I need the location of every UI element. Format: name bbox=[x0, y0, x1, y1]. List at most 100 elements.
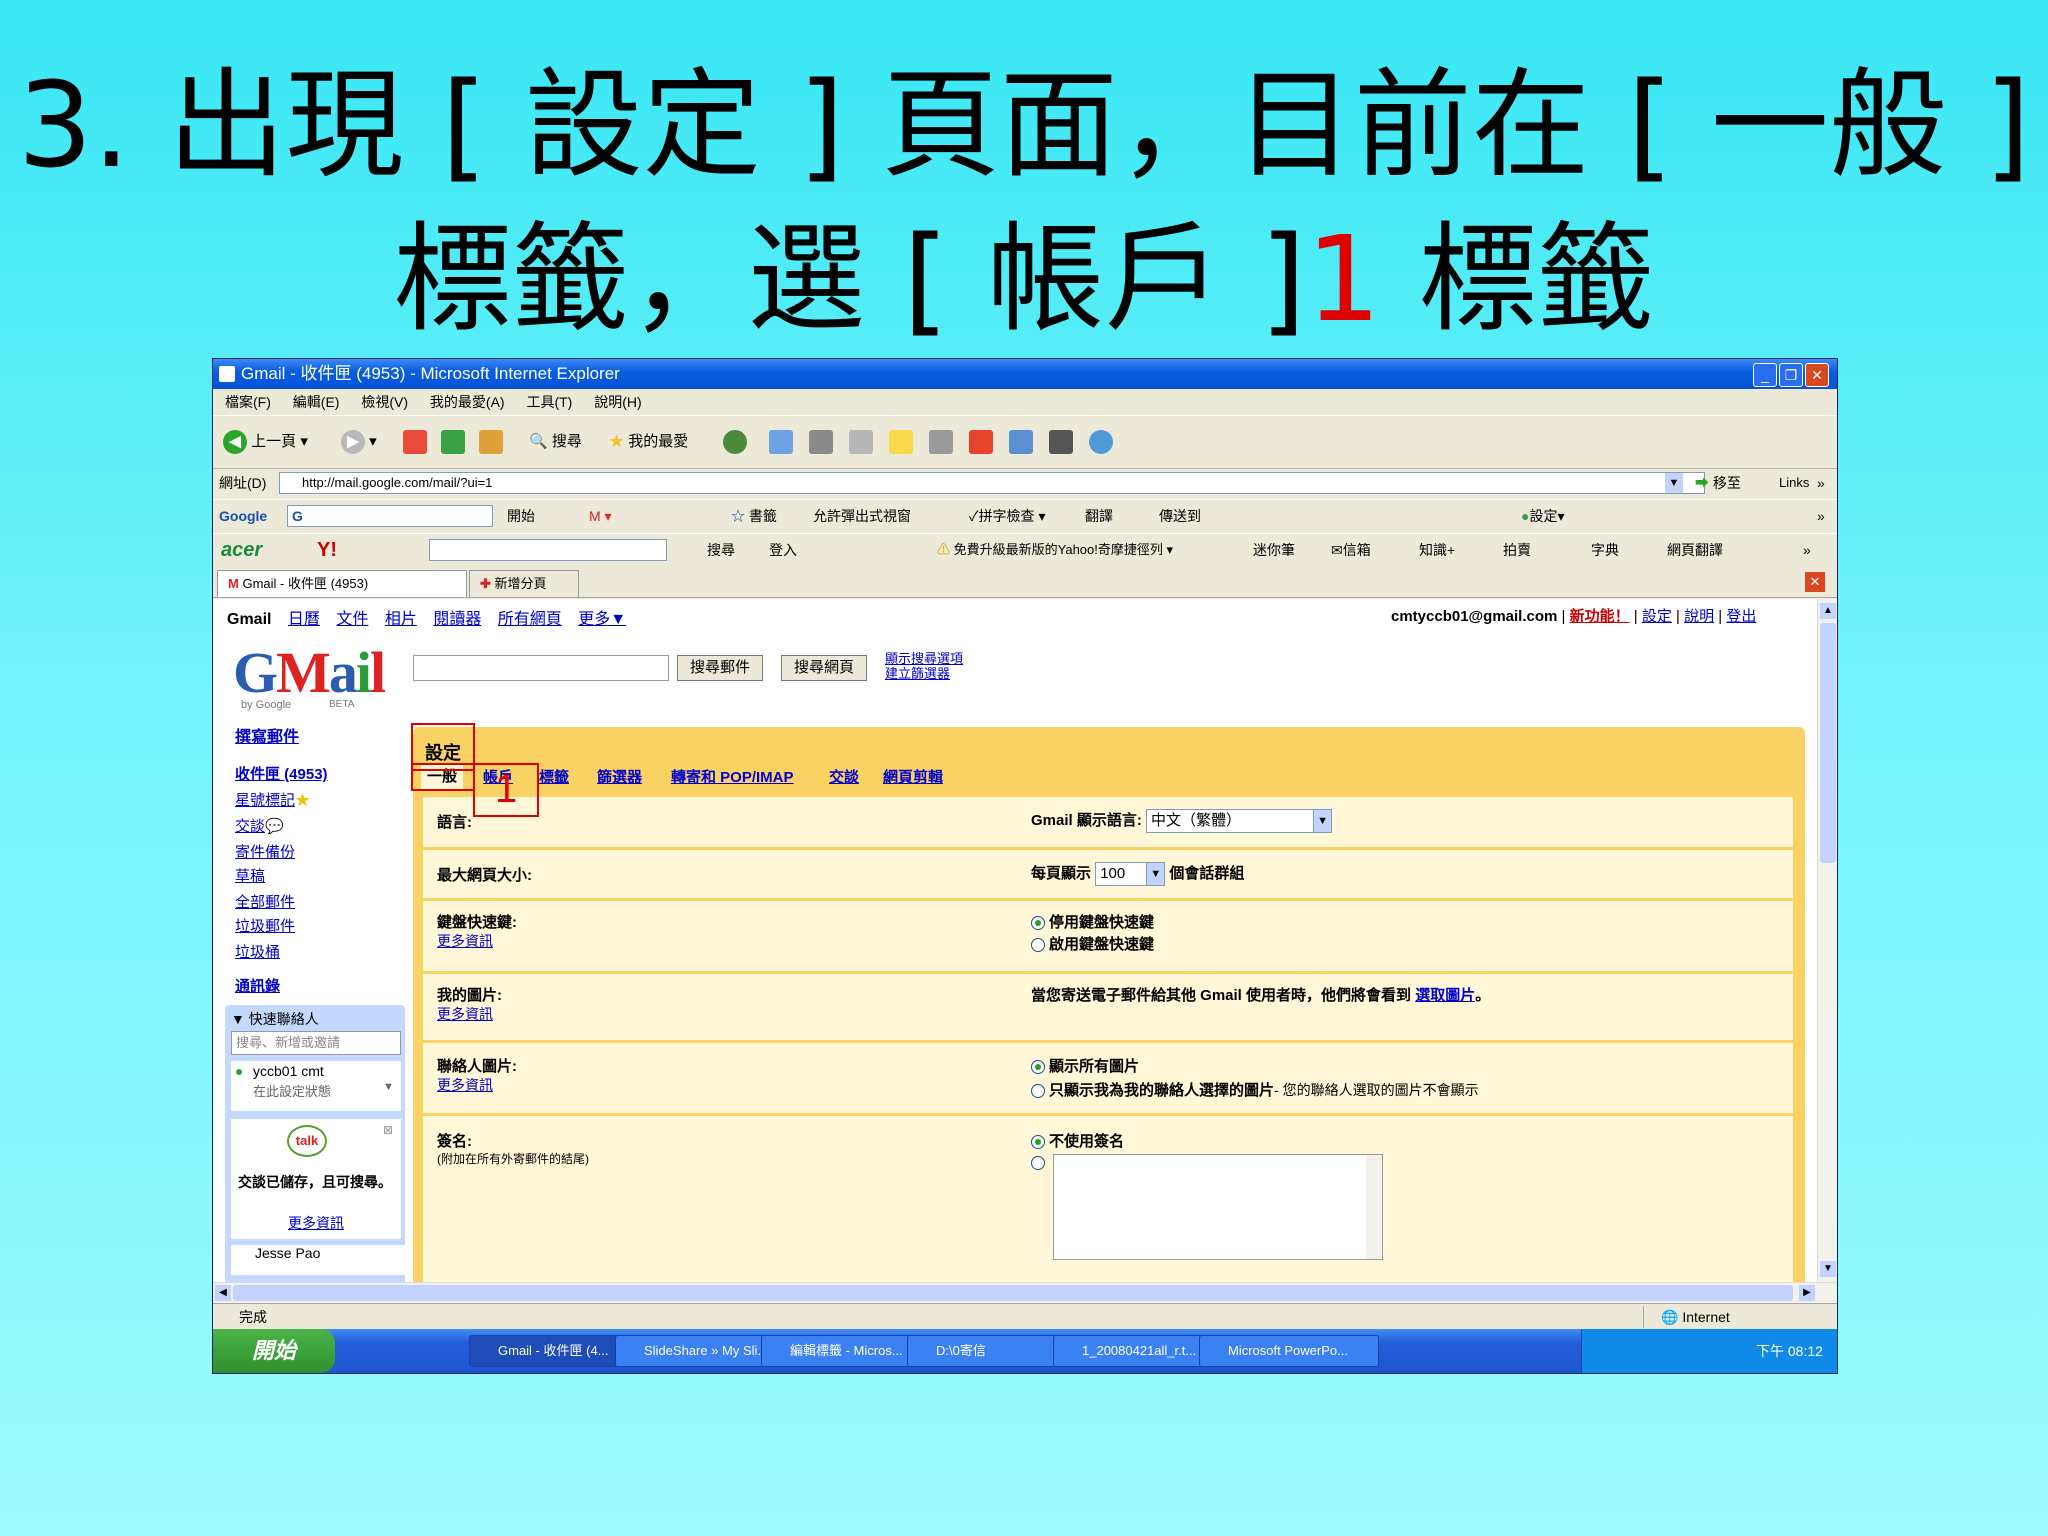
signature-textarea[interactable] bbox=[1053, 1154, 1383, 1260]
people-icon[interactable] bbox=[1089, 430, 1113, 454]
compose-link[interactable]: 撰寫郵件 bbox=[235, 723, 299, 747]
select-picture-link[interactable]: 選取圖片 bbox=[1415, 987, 1475, 1004]
nav-docs[interactable]: 文件 bbox=[336, 611, 368, 628]
maximize-button[interactable]: ❐ bbox=[1779, 363, 1803, 387]
stop-icon[interactable] bbox=[403, 430, 427, 454]
radio-show-all[interactable] bbox=[1031, 1060, 1045, 1075]
address-input[interactable]: http://mail.google.com/mail/?ui=1 bbox=[279, 472, 1705, 494]
yahoo-more-icon[interactable]: » bbox=[1803, 534, 1811, 566]
yahoo-auction-button[interactable]: 拍賣 bbox=[1503, 534, 1531, 566]
close-icon[interactable]: ⊠ bbox=[383, 1123, 393, 1137]
refresh-icon[interactable] bbox=[441, 430, 465, 454]
print-icon[interactable] bbox=[809, 430, 833, 454]
yahoo-notes-button[interactable]: 迷你筆 bbox=[1253, 534, 1295, 566]
task-gmail[interactable]: Gmail - 收件匣 (4... bbox=[469, 1335, 639, 1367]
quick-contacts-header[interactable]: ▼ 快速聯絡人 bbox=[231, 1009, 319, 1029]
favorites-button[interactable]: ★ 我的最愛 bbox=[609, 430, 688, 454]
yahoo-mail-button[interactable]: ✉信箱 bbox=[1331, 534, 1371, 566]
yahoo-upgrade-link[interactable]: ⚠ 免費升級最新版的Yahoo!奇摩捷徑列 ▾ bbox=[937, 534, 1173, 566]
keyboard-on-option[interactable]: 啟用鍵盤快速鍵 bbox=[1031, 933, 1154, 954]
scroll-up-icon[interactable]: ▲ bbox=[1820, 603, 1836, 619]
task-powerpoint[interactable]: Microsoft PowerPo... bbox=[1199, 1335, 1379, 1367]
address-dropdown-icon[interactable]: ▼ bbox=[1665, 473, 1683, 493]
notes-icon[interactable] bbox=[889, 430, 913, 454]
nav-spam[interactable]: 垃圾郵件 bbox=[235, 915, 295, 936]
tab-forwarding-pop[interactable]: 轉寄和 POP/IMAP bbox=[671, 763, 794, 793]
yahoo-search-input[interactable] bbox=[429, 539, 667, 561]
create-filter-link[interactable]: 建立篩選器 bbox=[885, 666, 950, 681]
history-icon[interactable] bbox=[723, 430, 747, 454]
search-mail-button[interactable]: 搜尋郵件 bbox=[677, 655, 764, 681]
contacts-link[interactable]: 通訊錄 bbox=[235, 975, 280, 996]
send-to-button[interactable]: 傳送到 bbox=[1159, 500, 1201, 532]
signature-none-option[interactable]: 不使用簽名 bbox=[1031, 1130, 1124, 1151]
search-web-button[interactable]: 搜尋網頁 bbox=[781, 655, 868, 681]
nav-starred[interactable]: 星號標記★ bbox=[235, 789, 310, 810]
task-folder[interactable]: D:\0寄信 bbox=[907, 1335, 1077, 1367]
nav-photos[interactable]: 相片 bbox=[385, 611, 417, 628]
research-icon[interactable] bbox=[929, 430, 953, 454]
toolbar-app-icon[interactable] bbox=[969, 430, 993, 454]
qc-next-contact[interactable]: Jesse Pao bbox=[231, 1245, 425, 1275]
vertical-scrollbar[interactable]: ▲ ▼ bbox=[1817, 599, 1837, 1282]
yahoo-login-button[interactable]: 登入 bbox=[769, 534, 797, 566]
edit-icon[interactable] bbox=[849, 430, 873, 454]
nav-calendar[interactable]: 日曆 bbox=[288, 611, 320, 628]
nav-reader[interactable]: 閱讀器 bbox=[433, 611, 481, 628]
nav-trash[interactable]: 垃圾桶 bbox=[235, 941, 280, 962]
popup-blocker-button[interactable]: 允許彈出式視窗 bbox=[813, 500, 911, 532]
scroll-left-icon[interactable]: ◀ bbox=[215, 1285, 231, 1301]
qc-status[interactable]: 在此設定狀態 bbox=[253, 1081, 331, 1100]
status-dropdown-icon[interactable]: ▼ bbox=[383, 1081, 394, 1093]
my-picture-more-link[interactable]: 更多資訊 bbox=[437, 1004, 493, 1024]
yahoo-logo[interactable]: Y! bbox=[317, 534, 337, 566]
contact-pictures-more-link[interactable]: 更多資訊 bbox=[437, 1075, 493, 1095]
quick-contacts-search[interactable]: 搜尋、新增或邀請 bbox=[231, 1031, 401, 1055]
page-size-select[interactable]: 100 ▼ bbox=[1095, 862, 1166, 887]
google-more-icon[interactable]: » bbox=[1817, 500, 1825, 532]
task-edit-labels[interactable]: 編輯標籤 - Micros... bbox=[761, 1335, 931, 1367]
home-icon[interactable] bbox=[479, 430, 503, 454]
radio-show-mine[interactable] bbox=[1031, 1084, 1045, 1099]
menu-view[interactable]: 檢視(V) bbox=[361, 394, 408, 410]
radio-custom-signature[interactable] bbox=[1031, 1156, 1045, 1170]
menu-file[interactable]: 檔案(F) bbox=[225, 394, 271, 410]
signout-link[interactable]: 登出 bbox=[1726, 608, 1756, 625]
nav-chats[interactable]: 交談💬 bbox=[235, 815, 284, 836]
textarea-scrollbar[interactable] bbox=[1366, 1155, 1382, 1259]
menu-help[interactable]: 說明(H) bbox=[594, 394, 641, 410]
google-search-input[interactable]: G bbox=[287, 505, 493, 527]
spellcheck-button[interactable]: ✓拼字檢查 ▾ bbox=[969, 500, 1045, 532]
tab-chat[interactable]: 交談 bbox=[829, 763, 859, 793]
contact-pictures-all-option[interactable]: 顯示所有圖片 bbox=[1031, 1055, 1139, 1076]
yahoo-translate-button[interactable]: 網頁翻譯 bbox=[1667, 534, 1723, 566]
menu-tools[interactable]: 工具(T) bbox=[526, 394, 572, 410]
scroll-thumb[interactable] bbox=[1820, 623, 1836, 863]
gmail-m-icon[interactable]: M ▾ bbox=[589, 500, 612, 532]
close-tab-icon[interactable]: ✕ bbox=[1805, 572, 1825, 592]
forward-button[interactable]: ▶ ▾ bbox=[341, 430, 377, 455]
settings-link[interactable]: 設定 bbox=[1642, 608, 1672, 625]
nav-inbox[interactable]: 收件匣 (4953) bbox=[235, 763, 328, 784]
scroll-down-icon[interactable]: ▼ bbox=[1820, 1261, 1836, 1277]
minimize-button[interactable]: _ bbox=[1753, 363, 1777, 387]
tab-labels[interactable]: 標籤 bbox=[539, 763, 569, 793]
nav-more[interactable]: 更多▼ bbox=[578, 611, 626, 628]
mail-icon[interactable] bbox=[769, 430, 793, 454]
language-select[interactable]: 中文（繁體） ▼ bbox=[1146, 809, 1333, 834]
talk-more-link[interactable]: 更多資訊 bbox=[231, 1213, 401, 1233]
tab-filters[interactable]: 篩選器 bbox=[597, 763, 642, 793]
google-settings-button[interactable]: ●設定▾ bbox=[1521, 500, 1565, 532]
yahoo-knowledge-button[interactable]: 知識+ bbox=[1419, 534, 1455, 566]
chevron-right-icon[interactable]: » bbox=[1817, 469, 1825, 497]
search-button[interactable]: 🔍 搜尋 bbox=[529, 430, 582, 454]
tab-gmail[interactable]: M Gmail - 收件匣 (4953) bbox=[217, 570, 467, 597]
back-button[interactable]: ◀ 上一頁 ▾ bbox=[223, 430, 308, 455]
task-slideshare[interactable]: SlideShare » My Sli... bbox=[615, 1335, 785, 1367]
tab-web-clips[interactable]: 網頁剪輯 bbox=[883, 763, 943, 793]
horizontal-scrollbar[interactable]: ◀ ▶ bbox=[213, 1282, 1837, 1303]
hscroll-thumb[interactable] bbox=[233, 1285, 1793, 1301]
start-button[interactable]: 開始 bbox=[213, 1329, 335, 1373]
yahoo-dict-button[interactable]: 字典 bbox=[1591, 534, 1619, 566]
nav-sent[interactable]: 寄件備份 bbox=[235, 841, 295, 862]
